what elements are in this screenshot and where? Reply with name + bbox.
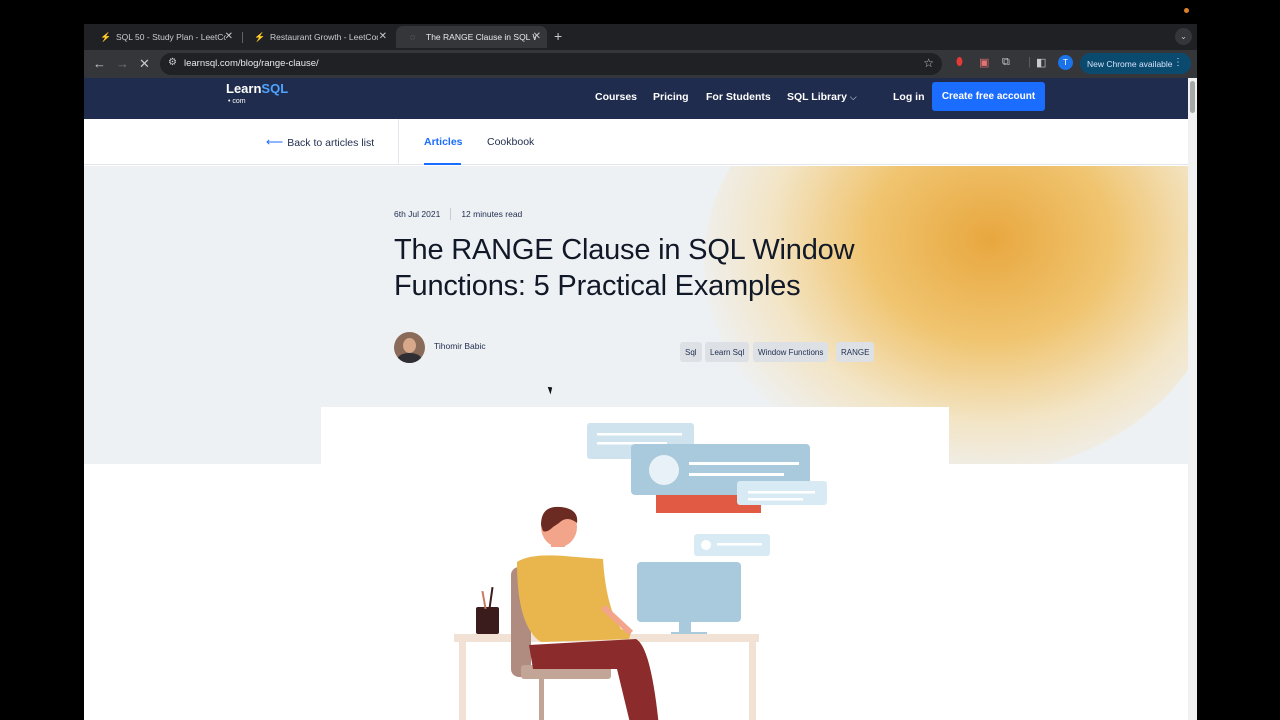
url-text: learnsql.com/blog/range-clause/ [184, 58, 319, 69]
nav-sql-library-label: SQL Library [787, 91, 847, 103]
left-arrow-icon: ⟵ [266, 135, 284, 149]
author-avatar[interactable] [394, 332, 425, 363]
tab-sql50[interactable]: ⚡ SQL 50 - Study Plan - LeetCode ✕ [86, 26, 239, 48]
nav-for-students[interactable]: For Students [706, 91, 771, 103]
tag-range[interactable]: RANGE [836, 342, 875, 362]
computer-monitor-icon [637, 562, 741, 636]
tab-strip: ⚡ SQL 50 - Study Plan - LeetCode ✕ ⚡ Res… [84, 24, 1197, 50]
pen-cup-icon [476, 586, 499, 634]
avatar-body [397, 353, 422, 363]
logo-sql: SQL [261, 81, 289, 96]
sub-navigation: ⟵ Back to articles list Articles Cookbook [84, 119, 1188, 165]
side-panel-icon[interactable]: ◧ [1036, 56, 1046, 69]
active-tab-underline [424, 163, 461, 165]
toolbar-divider: | [1028, 56, 1031, 68]
back-label: Back to articles list [287, 137, 375, 149]
logo-learn: Learn [226, 81, 262, 96]
person-at-desk-icon [511, 506, 659, 720]
nav-pricing[interactable]: Pricing [653, 91, 689, 103]
screen: ⚡ SQL 50 - Study Plan - LeetCode ✕ ⚡ Res… [0, 0, 1280, 720]
learnsql-favicon-icon: ◌ [410, 32, 416, 42]
browser-window: ⚡ SQL 50 - Study Plan - LeetCode ✕ ⚡ Res… [84, 24, 1197, 720]
new-tab-plus-icon[interactable]: + [554, 28, 562, 44]
extensions-puzzle-icon[interactable]: ⧉ [1002, 56, 1010, 69]
back-arrow-icon[interactable]: ← [93, 56, 106, 71]
web-page: LearnSQL • com Courses Pricing For Stude… [84, 78, 1188, 720]
illustration-svg [454, 423, 827, 720]
tab-title: The RANGE Clause in SQL Window [426, 32, 536, 42]
recording-indicator [1184, 8, 1189, 13]
learnsql-logo[interactable]: LearnSQL • com [226, 82, 288, 108]
close-tab-icon[interactable]: ✕ [533, 31, 541, 42]
browser-toolbar: ← → ✕ ⚙ learnsql.com/blog/range-clause/ … [84, 50, 1197, 78]
login-link[interactable]: Log in [893, 91, 925, 103]
forward-arrow-icon[interactable]: → [116, 56, 129, 71]
site-info-icon[interactable]: ⚙ [168, 57, 177, 68]
tab-articles[interactable]: Articles [424, 136, 463, 148]
tag-window-functions[interactable]: Window Functions [753, 342, 829, 362]
meta-divider [450, 208, 452, 220]
create-free-account-button[interactable]: Create free account [932, 82, 1045, 111]
chevron-down-icon: ⌵ [849, 92, 857, 102]
logo-com: • com [228, 98, 246, 105]
tag-sql[interactable]: Sql [680, 342, 702, 362]
scrollbar-thumb[interactable] [1190, 81, 1195, 113]
close-tab-icon[interactable]: ✕ [225, 31, 233, 42]
article-illustration [321, 407, 949, 720]
new-chrome-label: New Chrome available [1087, 58, 1173, 69]
avatar-face [403, 338, 416, 353]
back-to-articles-link[interactable]: ⟵ Back to articles list [266, 135, 374, 149]
chat-bubble-icon [694, 534, 770, 556]
extension-shield-icon[interactable]: ⬮ [956, 56, 963, 69]
article-meta: 6th Jul 2021 12 minutes read [394, 208, 522, 220]
kebab-menu-icon[interactable]: ⋮ [1173, 57, 1183, 68]
tab-cookbook[interactable]: Cookbook [487, 136, 534, 148]
bookmark-star-icon[interactable]: ☆ [923, 56, 934, 70]
tab-title: Restaurant Growth - LeetCode [270, 32, 378, 42]
leetcode-favicon-icon: ⚡ [254, 31, 266, 42]
address-bar[interactable]: ⚙ learnsql.com/blog/range-clause/ ☆ [160, 53, 942, 75]
nav-sql-library[interactable]: SQL Library ⌵ [787, 91, 857, 103]
tag-learn-sql[interactable]: Learn Sql [705, 342, 750, 362]
author-name[interactable]: Tihomir Babic [434, 341, 486, 351]
new-chrome-available-button[interactable]: New Chrome available ⋮ [1080, 53, 1191, 74]
subnav-divider [398, 119, 399, 165]
nav-courses[interactable]: Courses [595, 91, 637, 103]
publish-date: 6th Jul 2021 [394, 209, 441, 219]
tab-title: SQL 50 - Study Plan - LeetCode [116, 32, 226, 42]
tab-range-clause[interactable]: ◌ The RANGE Clause in SQL Window ✕ [396, 26, 547, 48]
close-tab-icon[interactable]: ✕ [379, 31, 387, 42]
site-header: LearnSQL • com Courses Pricing For Stude… [84, 78, 1188, 119]
article-title: The RANGE Clause in SQL Window Functions… [394, 234, 855, 302]
tab-restaurant-growth[interactable]: ⚡ Restaurant Growth - LeetCode ✕ [240, 26, 393, 48]
tab-search-chevron-icon[interactable]: ⌄ [1175, 28, 1192, 45]
stop-loading-icon[interactable]: ✕ [139, 56, 150, 72]
chat-bubble-icon [737, 481, 827, 505]
read-time: 12 minutes read [461, 209, 523, 219]
page-scrollbar[interactable] [1188, 78, 1197, 720]
profile-avatar[interactable]: T [1058, 55, 1073, 70]
leetcode-favicon-icon: ⚡ [100, 31, 112, 42]
extension-badge-icon[interactable]: ▣ [979, 56, 989, 69]
